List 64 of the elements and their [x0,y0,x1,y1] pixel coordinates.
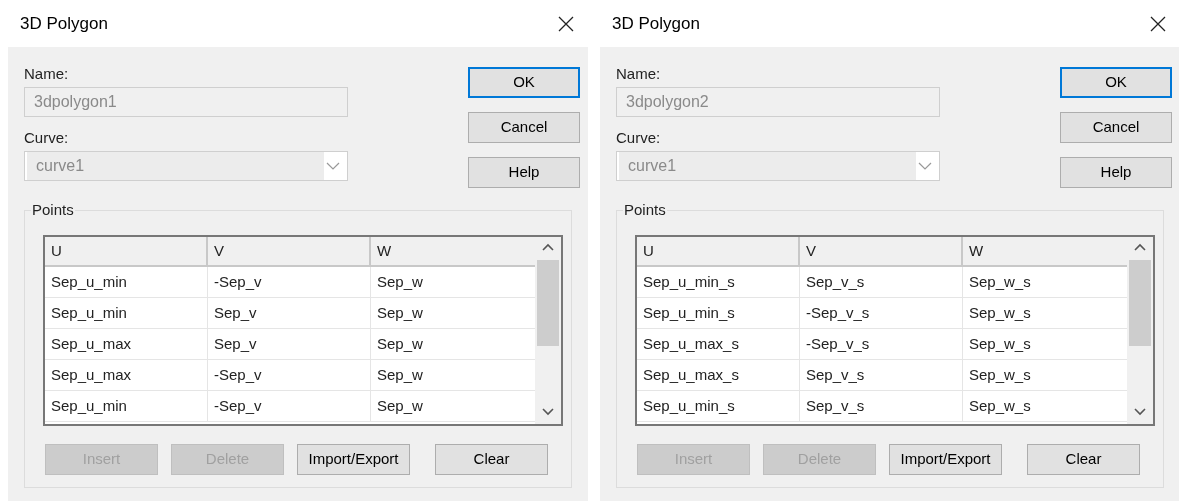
scroll-thumb[interactable] [1129,260,1151,346]
table-cell: Sep_u_max [45,329,208,359]
column-header[interactable]: V [208,237,371,265]
table-cell-text: Sep_w_s [968,333,1032,354]
table-cell-text: Sep_w [376,395,424,416]
close-icon[interactable] [1150,15,1166,32]
scrollbar[interactable] [535,237,561,424]
table-cell: Sep_u_max [45,360,208,390]
table-cell: Sep_v [208,298,371,328]
column-header[interactable]: U [45,237,208,265]
dialog-button[interactable]: OK [468,67,580,98]
field-label: Name: [24,64,70,83]
table-cell: Sep_u_min [45,391,208,421]
table-cell: Sep_v_s [800,360,963,390]
table-button[interactable]: Import/Export [889,444,1002,475]
scroll-thumb[interactable] [537,260,559,346]
scrollbar[interactable] [1127,237,1153,424]
column-header[interactable]: W [371,237,535,265]
table-cell-text: Sep_w [376,364,424,385]
table-cell: Sep_u_min_s [637,298,800,328]
table-cell: Sep_u_min_s [637,267,800,297]
table-cell: Sep_v_s [800,267,963,297]
window-title: 3D Polygon [612,12,700,35]
table-cell: Sep_v_s [800,391,963,421]
table-cell-text: Sep_w_s [968,302,1032,323]
table-cell: -Sep_v_s [800,298,963,328]
table-cell-text: Sep_w_s [968,364,1032,385]
table-cell: -Sep_v [208,391,371,421]
dialog-button[interactable]: Cancel [468,112,580,143]
dialog-button[interactable]: Cancel [1060,112,1172,143]
table-cell: Sep_u_max_s [637,329,800,359]
table-cell: Sep_v [208,329,371,359]
field-label: Curve: [24,128,70,147]
column-header[interactable]: V [800,237,963,265]
table-cell: -Sep_v [208,267,371,297]
chevron-up-icon[interactable] [1134,243,1146,251]
chevron-up-icon[interactable] [542,243,554,251]
table-cell: Sep_u_max_s [637,360,800,390]
table-button[interactable]: Clear [1027,444,1140,475]
column-header[interactable]: U [637,237,800,265]
chevron-down-icon[interactable] [542,408,554,416]
chevron-down-icon [918,162,932,170]
table-cell: Sep_u_min [45,298,208,328]
dialog-button[interactable]: Help [468,157,580,188]
table-cell: -Sep_v [208,360,371,390]
field-label: Curve: [616,128,662,147]
dialog-button[interactable]: OK [1060,67,1172,98]
table-button[interactable]: Clear [435,444,548,475]
table-cell-text: Sep_w_s [968,271,1032,292]
close-icon[interactable] [558,15,574,32]
table-cell-text: Sep_w_s [968,395,1032,416]
table-button[interactable]: Import/Export [297,444,410,475]
window-title: 3D Polygon [20,12,108,35]
table-cell-text: Sep_w [376,271,424,292]
dialog-button[interactable]: Help [1060,157,1172,188]
chevron-down-icon[interactable] [1134,408,1146,416]
table-cell: Sep_u_min_s [637,391,800,421]
chevron-down-icon [326,162,340,170]
table-cell-text: Sep_w [376,333,424,354]
table-cell: Sep_u_min [45,267,208,297]
table-cell: -Sep_v_s [800,329,963,359]
column-header[interactable]: W [963,237,1127,265]
field-label: Name: [616,64,662,83]
table-cell-text: Sep_w [376,302,424,323]
